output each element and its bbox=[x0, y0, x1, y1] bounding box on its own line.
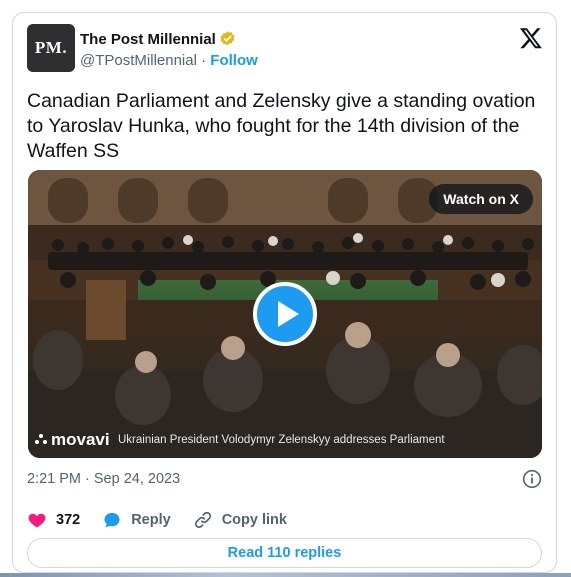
author-avatar[interactable]: PM. bbox=[27, 24, 75, 72]
action-bar: 372 Reply Copy link bbox=[27, 508, 309, 532]
author-display-name[interactable]: The Post Millennial bbox=[80, 31, 216, 48]
video-player[interactable]: Watch on X movavi Ukrainian President Vo… bbox=[28, 170, 542, 458]
like-count: 372 bbox=[56, 512, 81, 528]
tweet-text: Canadian Parliament and Zelensky give a … bbox=[27, 90, 536, 162]
video-caption: Ukrainian President Volodymyr Zelenskyy … bbox=[48, 434, 445, 446]
play-icon[interactable] bbox=[253, 282, 317, 346]
like-button[interactable]: 372 bbox=[27, 510, 80, 530]
x-logo-icon[interactable] bbox=[519, 26, 543, 50]
reply-bubble-icon bbox=[104, 512, 120, 528]
link-icon bbox=[194, 511, 211, 529]
read-replies-button[interactable]: Read 110 replies bbox=[27, 538, 542, 568]
separator-dot: · bbox=[201, 52, 207, 69]
reply-button[interactable]: Reply bbox=[102, 510, 171, 530]
reply-label: Reply bbox=[131, 512, 171, 528]
info-icon[interactable] bbox=[522, 469, 542, 489]
author-handle-row: @TPostMillennial · Follow bbox=[80, 52, 258, 69]
watch-on-x-button[interactable]: Watch on X bbox=[429, 184, 533, 214]
verified-badge-icon bbox=[220, 31, 235, 46]
taskbar-strip bbox=[0, 573, 571, 577]
heart-icon bbox=[28, 513, 46, 528]
follow-button[interactable]: Follow bbox=[210, 52, 258, 69]
author-handle[interactable]: @TPostMillennial bbox=[80, 52, 197, 69]
tweet-card[interactable]: PM. The Post Millennial @TPostMillennial… bbox=[12, 12, 557, 573]
copy-link-button[interactable]: Copy link bbox=[193, 510, 287, 530]
video-caption-text: Ukrainian President Volodymyr Zelenskyy … bbox=[118, 434, 445, 446]
tweet-timestamp[interactable]: 2:21 PM · Sep 24, 2023 bbox=[27, 471, 180, 487]
movavi-logo-icon bbox=[35, 434, 47, 444]
copy-link-label: Copy link bbox=[221, 512, 287, 528]
